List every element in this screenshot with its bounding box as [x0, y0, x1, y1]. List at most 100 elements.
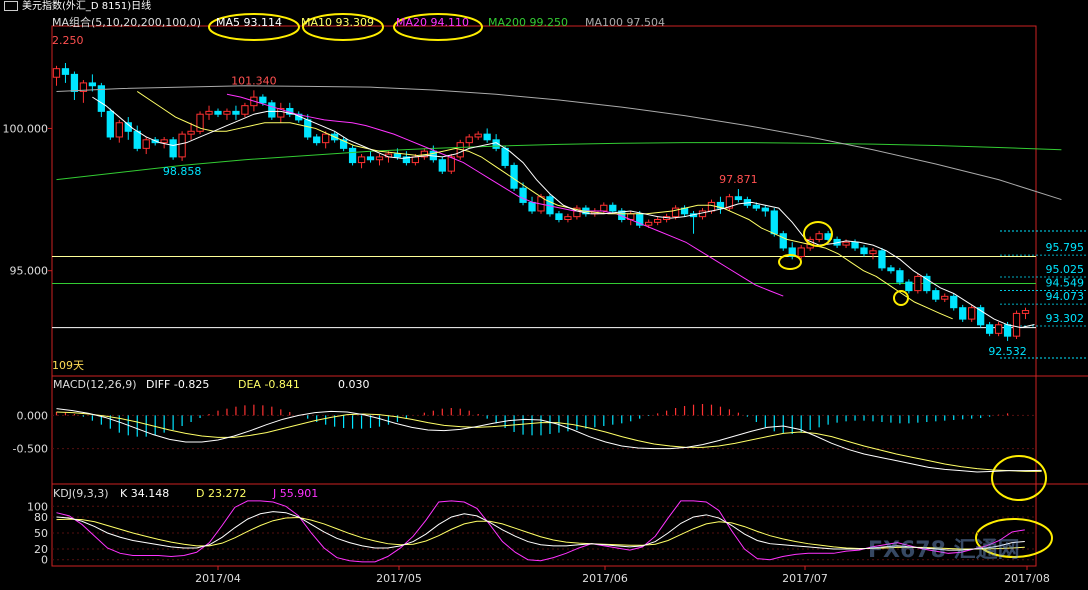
candle-body — [752, 204, 760, 209]
candle-body — [88, 82, 97, 87]
ma10-legend: MA10 93.309 — [301, 16, 374, 29]
candle-body — [1003, 324, 1012, 337]
candle-body — [438, 159, 446, 172]
candle-body — [734, 196, 743, 201]
ma-group-label: MA组合(5,10,20,200,100,0) — [52, 16, 202, 29]
price-tick-label: 100.000 — [3, 122, 49, 135]
kdj-k-value: K 34.148 — [120, 487, 170, 500]
candle-body — [645, 221, 653, 226]
kdj-tick-label: 50 — [34, 527, 48, 540]
candle-body — [223, 110, 231, 115]
candle-body — [914, 275, 922, 292]
candle-body — [923, 275, 931, 292]
ma200-line — [56, 142, 1062, 181]
plot-frame — [51, 25, 1037, 567]
candle-body — [501, 147, 509, 166]
candle-body — [313, 136, 321, 144]
candle-body — [259, 96, 267, 104]
candle-body — [985, 324, 994, 334]
candle-body — [950, 295, 958, 309]
candle-body — [178, 133, 186, 158]
candle-body — [860, 247, 868, 255]
candle-body — [169, 139, 177, 158]
candle-body — [214, 110, 222, 115]
level-label: 95.025 — [1046, 263, 1085, 276]
candle-body — [232, 110, 240, 115]
candle-body — [564, 216, 572, 220]
candle-body — [268, 102, 276, 118]
candle-body — [115, 122, 123, 138]
macd-dea-value: DEA -0.841 — [238, 378, 300, 391]
price-tick-label: 95.000 — [10, 265, 49, 278]
macd-tick-label: 0.000 — [17, 409, 49, 422]
watermark: FX678 汇通网 — [868, 538, 1020, 563]
bars-count-label: 109天 — [52, 359, 84, 372]
candle-body — [241, 105, 249, 115]
kdj-tick-label: 0 — [41, 554, 48, 567]
ma100-legend: MA100 97.504 — [585, 16, 665, 29]
ma100-line — [56, 85, 1062, 201]
ma5-legend: MA5 93.114 — [216, 16, 282, 29]
candle-body — [322, 133, 330, 144]
candle-body — [375, 156, 384, 161]
candle-body — [1021, 310, 1030, 314]
candle-body — [878, 250, 886, 269]
highlight-circle — [991, 455, 1047, 501]
candle-body — [357, 156, 366, 164]
candle-body — [205, 110, 213, 115]
candle-body — [851, 241, 859, 249]
macd-name: MACD(12,26,9) — [53, 378, 137, 391]
extreme-annotation: 101.340 — [231, 74, 277, 87]
level-label: 94.073 — [1046, 290, 1085, 303]
ma20-legend: MA20 94.110 — [396, 16, 469, 29]
macd-tick-label: -0.500 — [13, 443, 48, 456]
extreme-annotation: 97.871 — [719, 173, 758, 186]
candle-body — [510, 164, 518, 189]
candle-body — [959, 307, 967, 320]
candle-body — [528, 201, 536, 212]
candle-body — [160, 139, 168, 144]
macd-hist-value: 0.030 — [338, 378, 370, 391]
level-label: 94.549 — [1046, 277, 1085, 290]
candle-body — [519, 187, 527, 203]
candle-body — [142, 139, 150, 149]
chart-canvas: 100.000 95.000 95.795 95.02594.54994.073 93.… — [3, 13, 1088, 585]
candle-body — [896, 270, 904, 283]
candle-body — [968, 307, 976, 320]
kdj-tick-label: 80 — [34, 511, 48, 524]
candle-body — [779, 233, 787, 249]
x-tick-label: 2017/06 — [582, 572, 628, 585]
candle-body — [187, 130, 195, 135]
candle-body — [474, 133, 482, 138]
highlight-circle — [778, 254, 802, 270]
candle-body — [555, 213, 563, 220]
candle-body — [70, 73, 79, 92]
candle-body — [761, 207, 769, 212]
macd-diff-line — [56, 408, 1042, 473]
candle-body — [932, 290, 940, 300]
level-label: 95.795 — [1046, 241, 1085, 254]
candle-body — [797, 247, 805, 257]
candle-body — [411, 156, 420, 164]
extreme-annotation: 98.858 — [163, 165, 202, 178]
kdj-name: KDJ(9,3,3) — [53, 487, 109, 500]
candle-body — [869, 250, 877, 255]
x-tick-label: 2017/07 — [782, 572, 828, 585]
candle-body — [348, 147, 357, 164]
candle-body — [654, 218, 662, 223]
candle-body — [905, 281, 913, 292]
ma200-legend: MA200 99.250 — [488, 16, 568, 29]
level-label: 93.302 — [1046, 312, 1085, 325]
x-tick-label: 2017/04 — [195, 572, 241, 585]
ma5-line — [92, 96, 1035, 329]
candle-body — [994, 324, 1003, 334]
price-axis-top-label: 2.250 — [52, 34, 84, 47]
extreme-annotation: 92.532 — [988, 345, 1027, 358]
candle-body — [887, 267, 895, 272]
candle-body — [707, 201, 716, 212]
candle-body — [366, 156, 375, 161]
candle-body — [106, 110, 114, 138]
kdj-j-value: J 55.901 — [273, 487, 319, 500]
macd-diff-value: DIFF -0.825 — [146, 378, 210, 391]
candle-body — [609, 204, 617, 212]
